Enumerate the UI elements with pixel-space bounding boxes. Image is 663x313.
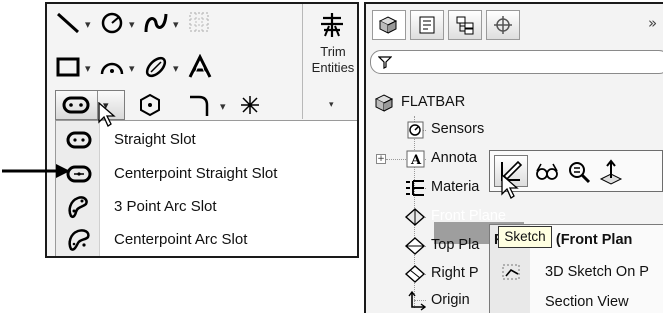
toolbar-separator xyxy=(302,4,303,119)
chevron-down-icon[interactable]: ▾ xyxy=(329,100,334,110)
menu-item-label: Centerpoint Straight Slot xyxy=(114,165,278,182)
grid-icon[interactable] xyxy=(187,10,213,36)
property-manager-icon xyxy=(419,16,435,34)
tree-item-label: Top Pla xyxy=(431,237,480,253)
feature-tree-icon xyxy=(378,16,398,34)
tree-item-label: Right P xyxy=(431,265,479,281)
filter-input[interactable] xyxy=(370,50,663,74)
material-icon xyxy=(406,180,424,196)
straight-slot-icon xyxy=(66,131,92,149)
menu-item-label: 3D Sketch On P xyxy=(545,264,649,280)
tree-item-label: Front Plane xyxy=(431,208,506,224)
tree-item-label: Origin xyxy=(431,292,470,308)
menu-item-centerpoint-arc-slot[interactable]: Centerpoint Arc Slot xyxy=(56,223,356,256)
plane-icon xyxy=(404,237,426,255)
menu-item-3-point-arc-slot[interactable]: 3 Point Arc Slot xyxy=(56,190,356,223)
chevron-down-icon[interactable]: ▾ xyxy=(85,62,91,75)
arc-icon[interactable] xyxy=(99,54,125,80)
tree-item-label: Materia xyxy=(431,179,480,195)
line-icon[interactable] xyxy=(55,10,81,36)
trim-entities-icon[interactable] xyxy=(319,12,345,38)
chevron-down-icon[interactable]: ▾ xyxy=(173,18,179,31)
point-icon[interactable] xyxy=(237,92,263,118)
mouse-cursor-icon xyxy=(98,102,116,127)
3-point-arc-slot-icon xyxy=(68,196,88,219)
configuration-manager-icon xyxy=(456,16,474,35)
menu-item-label: Straight Slot xyxy=(114,131,196,148)
menu-item-label: 3 Point Arc Slot xyxy=(114,198,217,215)
trim-label-line1: Trim xyxy=(320,44,346,59)
tab-dimxpert-manager[interactable] xyxy=(486,10,520,40)
sensors-icon xyxy=(407,121,424,139)
sketch-tooltip: Sketch xyxy=(498,226,552,248)
3d-sketch-icon xyxy=(502,264,520,280)
centerpoint-arc-slot-icon xyxy=(68,229,90,251)
feature-manager-panel: » FLATBAR Sensors + A Annota Materia Fro… xyxy=(364,2,663,313)
polygon-icon[interactable] xyxy=(137,92,163,118)
menu-item-3d-sketch-on-plane[interactable]: 3D Sketch On P xyxy=(490,259,663,287)
filter-icon xyxy=(378,56,392,69)
menu-item-label: Centerpoint Arc Slot xyxy=(114,231,248,248)
plane-icon xyxy=(404,265,426,283)
rectangle-icon[interactable] xyxy=(55,54,81,80)
ellipse-icon[interactable] xyxy=(143,54,169,80)
tree-item-label: FLATBAR xyxy=(401,94,466,110)
menu-item-label: Section View xyxy=(545,294,629,310)
tree-item-label: Sensors xyxy=(431,121,485,137)
slot-dropdown-menu: Straight Slot Centerpoint Straight Slot … xyxy=(55,120,357,256)
tab-property-manager[interactable] xyxy=(410,10,444,40)
overflow-chevron-icon[interactable]: » xyxy=(648,14,657,32)
mouse-cursor-icon xyxy=(501,174,519,199)
fillet-icon[interactable] xyxy=(187,92,213,118)
plane-icon xyxy=(404,208,426,226)
menu-item-section-view[interactable]: Section View xyxy=(490,289,663,313)
origin-icon xyxy=(408,291,426,311)
chevron-down-icon[interactable]: ▾ xyxy=(129,18,135,31)
sketch-toolbar-panel: ▾ ▾ ▾ ▾ ▾ ▾ ▾ ▾ Trim Entities ▾ Straight… xyxy=(45,2,359,258)
tree-item-label: Annota xyxy=(431,150,477,166)
chevron-down-icon[interactable]: ▾ xyxy=(85,18,91,31)
circle-icon[interactable] xyxy=(99,10,125,36)
expand-toggle-icon[interactable]: + xyxy=(376,154,386,164)
chevron-down-icon[interactable]: ▾ xyxy=(220,100,226,113)
chevron-down-icon[interactable]: ▾ xyxy=(129,62,135,75)
text-icon[interactable] xyxy=(187,54,213,80)
menu-item-centerpoint-straight-slot[interactable]: Centerpoint Straight Slot xyxy=(56,157,356,190)
zoom-to-selection-icon[interactable] xyxy=(566,159,592,185)
annotations-icon: A xyxy=(406,150,425,168)
normal-to-icon[interactable] xyxy=(598,159,624,185)
crosshair-icon xyxy=(494,16,512,34)
trim-label-line2: Entities xyxy=(311,60,355,75)
glasses-icon[interactable] xyxy=(534,159,560,185)
slot-icon xyxy=(62,96,90,114)
trim-entities-button[interactable]: Trim Entities xyxy=(307,44,359,76)
tab-configuration-manager[interactable] xyxy=(448,10,482,40)
spline-icon[interactable] xyxy=(143,10,169,36)
svg-text:A: A xyxy=(410,153,422,168)
chevron-down-icon[interactable]: ▾ xyxy=(173,62,179,75)
part-icon xyxy=(374,94,394,112)
tab-feature-tree[interactable] xyxy=(372,10,406,40)
callout-arrow-icon xyxy=(2,164,70,178)
